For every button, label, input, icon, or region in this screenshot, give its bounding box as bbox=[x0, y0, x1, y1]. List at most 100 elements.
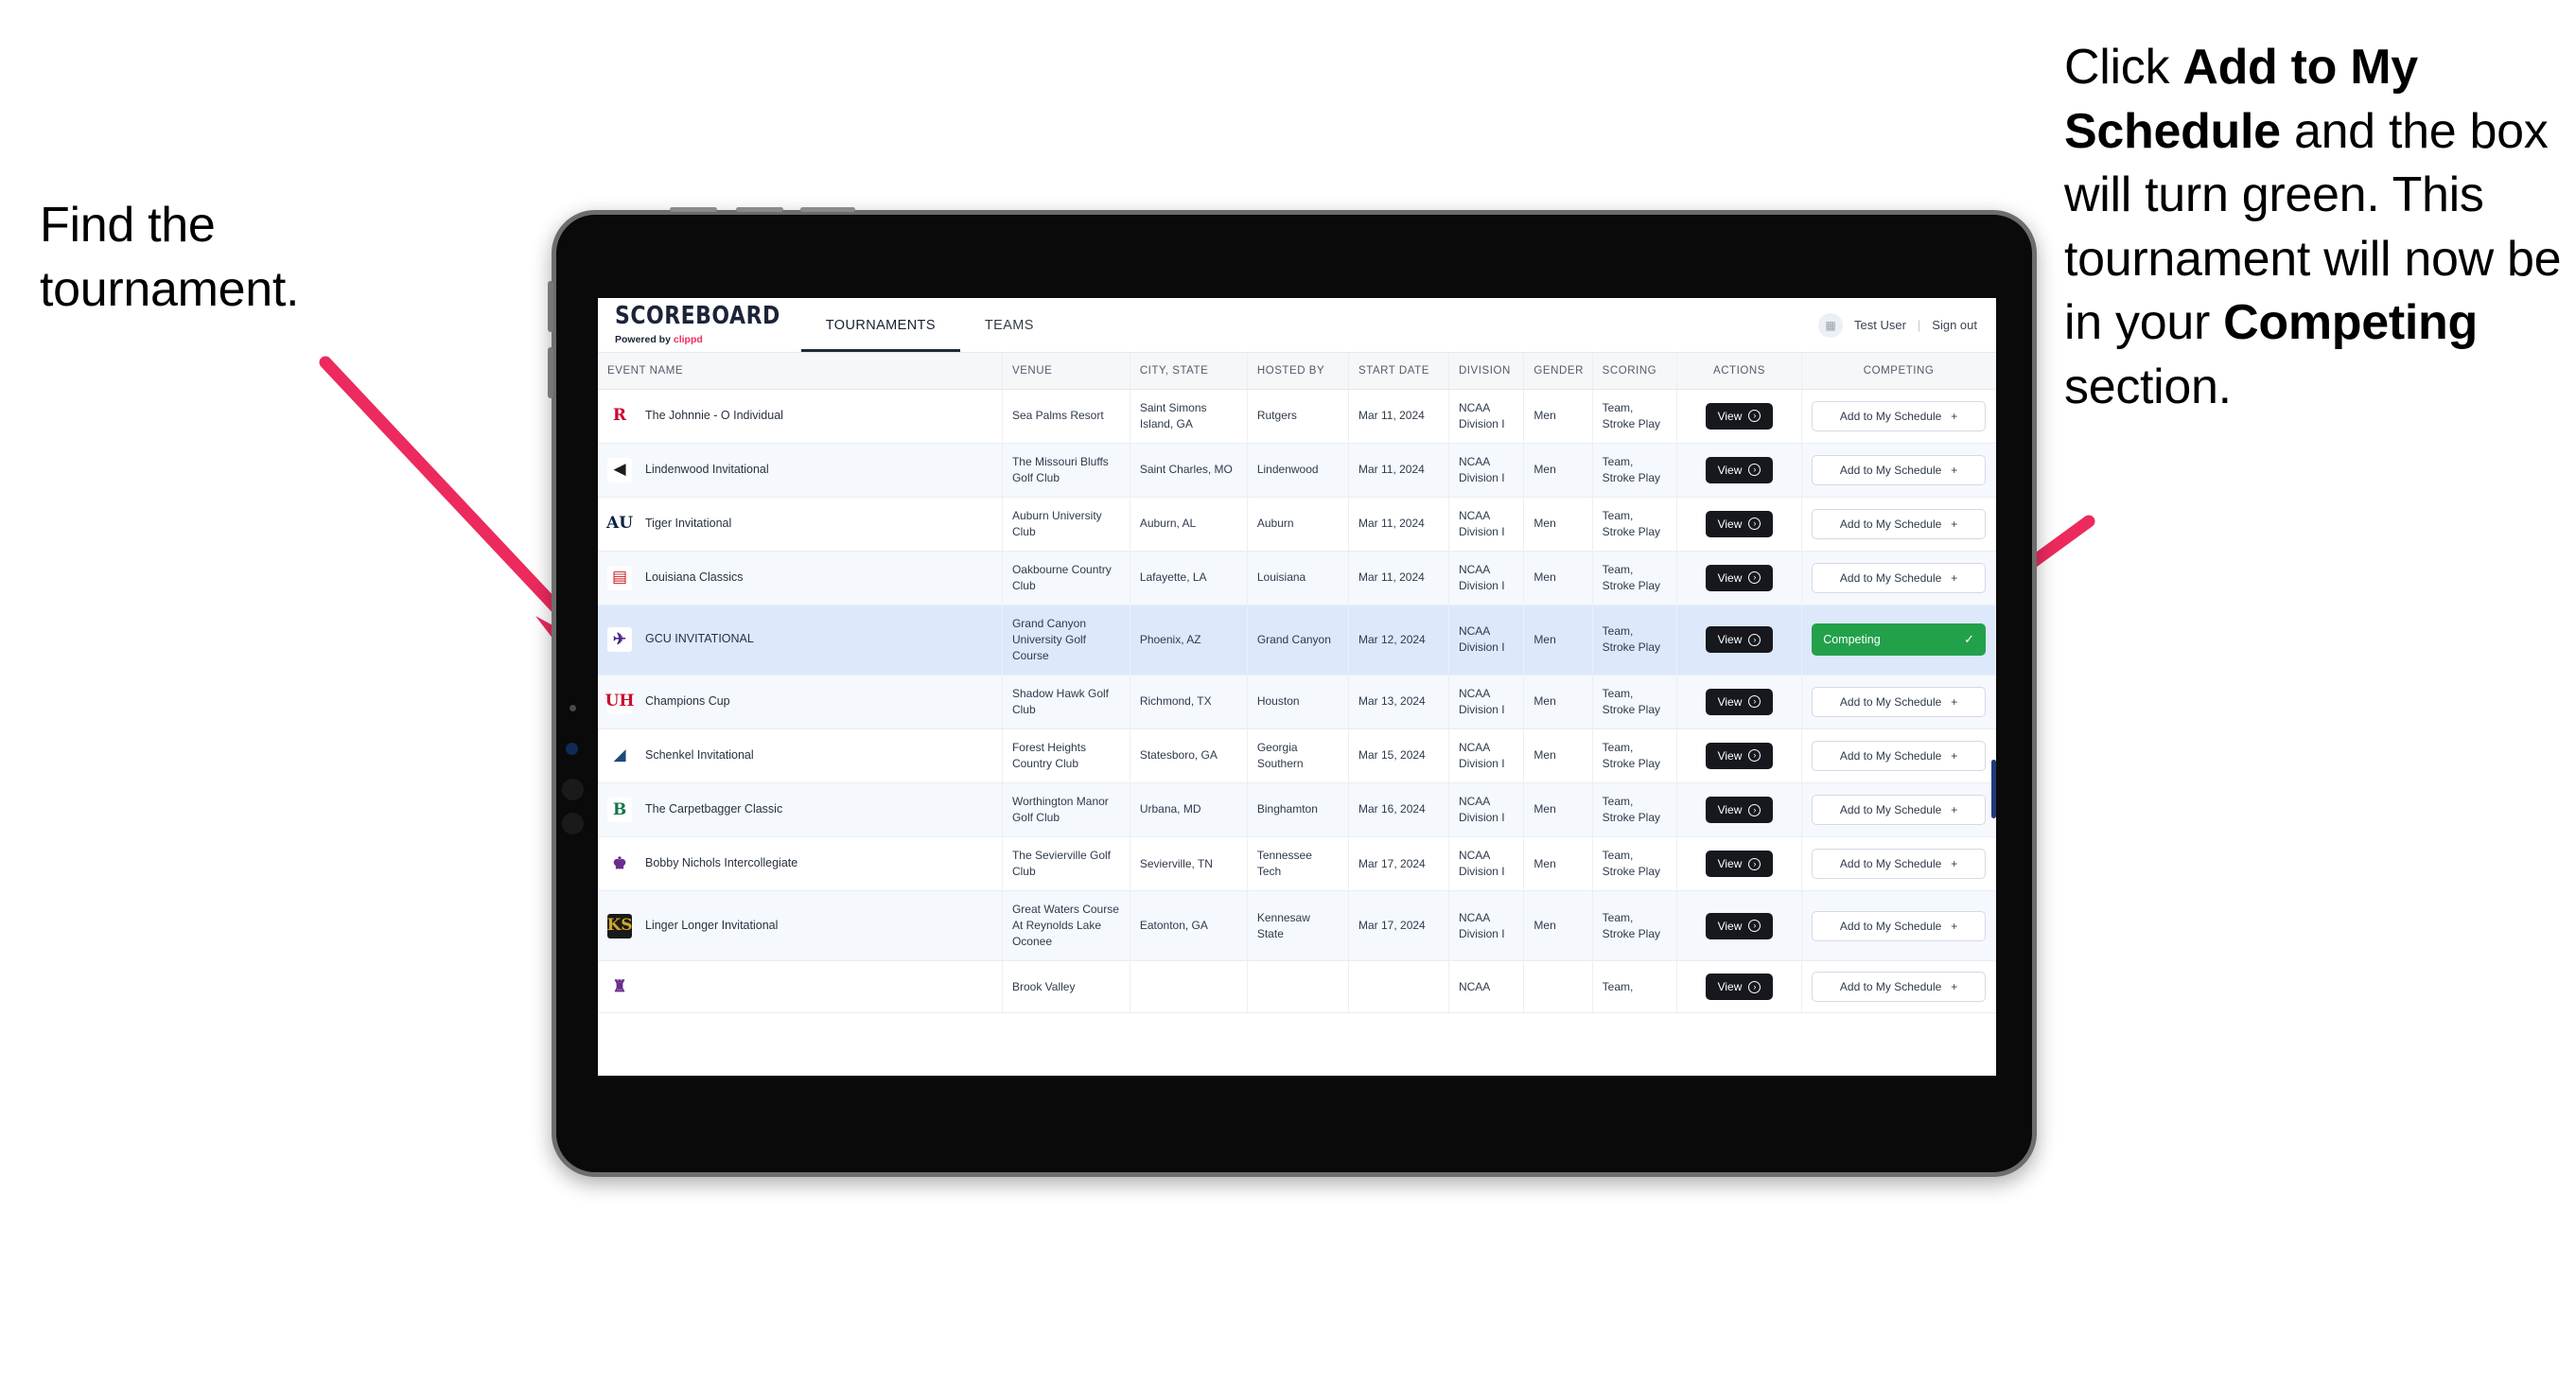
view-button-label: View bbox=[1717, 633, 1743, 647]
cell-scoring: Team, Stroke Play bbox=[1592, 728, 1677, 783]
device-volume-down-button[interactable] bbox=[548, 347, 553, 398]
table-row[interactable]: ♜ Brook Valley NCAA Team, View › Add to … bbox=[598, 960, 1996, 1014]
nav-tab-teams[interactable]: TEAMS bbox=[960, 298, 1059, 352]
cell-event-name: UH Champions Cup bbox=[598, 675, 1003, 729]
col-scoring[interactable]: SCORING bbox=[1592, 353, 1677, 390]
view-button[interactable]: View › bbox=[1705, 626, 1774, 654]
plus-icon: + bbox=[1951, 409, 1958, 423]
cell-competing: Add to My Schedule + bbox=[1801, 443, 1996, 498]
device-top-button-2[interactable] bbox=[736, 207, 783, 212]
table-row[interactable]: ▤ Louisiana Classics Oakbourne Country C… bbox=[598, 551, 1996, 605]
cell-actions: View › bbox=[1676, 389, 1803, 444]
add-to-my-schedule-button[interactable]: Add to My Schedule + bbox=[1812, 562, 1986, 593]
col-actions[interactable]: ACTIONS bbox=[1676, 353, 1803, 390]
cell-hosted-by: Kennesaw State bbox=[1247, 890, 1350, 962]
add-to-my-schedule-button[interactable]: Add to My Schedule + bbox=[1812, 795, 1986, 825]
add-to-my-schedule-button[interactable]: Add to My Schedule + bbox=[1812, 454, 1986, 485]
cell-division: NCAA Division I bbox=[1448, 551, 1525, 605]
view-button[interactable]: View › bbox=[1705, 688, 1774, 715]
team-logo-icon: ◢ bbox=[607, 743, 632, 768]
cell-division: NCAA Division I bbox=[1448, 782, 1525, 838]
view-button-label: View bbox=[1717, 857, 1743, 871]
add-to-my-schedule-label: Add to My Schedule bbox=[1839, 694, 1942, 709]
table-row[interactable]: B The Carpetbagger Classic Worthington M… bbox=[598, 782, 1996, 838]
nav-tab-tournaments-label: TOURNAMENTS bbox=[825, 317, 936, 333]
view-button[interactable]: View › bbox=[1705, 974, 1774, 1001]
add-to-my-schedule-button[interactable]: Add to My Schedule + bbox=[1812, 400, 1986, 431]
plus-icon: + bbox=[1951, 694, 1958, 709]
cell-city-state: Lafayette, LA bbox=[1130, 551, 1248, 605]
table-row[interactable]: R The Johnnie - O Individual Sea Palms R… bbox=[598, 389, 1996, 444]
plus-icon: + bbox=[1951, 803, 1958, 816]
arrow-right-circle-icon: › bbox=[1748, 571, 1761, 585]
view-button-label: View bbox=[1717, 980, 1743, 994]
table-row[interactable]: ✈ GCU INVITATIONAL Grand Canyon Universi… bbox=[598, 605, 1996, 675]
cell-city-state: Eatonton, GA bbox=[1130, 890, 1248, 962]
user-avatar-icon[interactable]: ▦ bbox=[1818, 312, 1843, 338]
view-button-label: View bbox=[1717, 748, 1743, 763]
cell-venue: The Missouri Bluffs Golf Club bbox=[1002, 443, 1130, 498]
view-button[interactable]: View › bbox=[1705, 402, 1774, 430]
arrow-right-circle-icon: › bbox=[1748, 464, 1761, 477]
event-name-text: The Carpetbagger Classic bbox=[645, 802, 783, 816]
cell-gender bbox=[1523, 960, 1593, 1014]
cell-gender: Men bbox=[1523, 890, 1593, 962]
device-volume-up-button[interactable] bbox=[548, 281, 553, 332]
nav-tab-tournaments[interactable]: TOURNAMENTS bbox=[800, 298, 961, 352]
brand-logo[interactable]: SCOREBOARD Powered by clippd bbox=[598, 298, 801, 352]
nav-tab-teams-label: TEAMS bbox=[984, 317, 1034, 333]
table-row[interactable]: ◀ Lindenwood Invitational The Missouri B… bbox=[598, 443, 1996, 498]
view-button[interactable]: View › bbox=[1705, 912, 1774, 939]
table-row[interactable]: ♚ Bobby Nichols Intercollegiate The Sevi… bbox=[598, 836, 1996, 892]
cell-start-date: Mar 11, 2024 bbox=[1348, 443, 1449, 498]
add-to-my-schedule-label: Add to My Schedule bbox=[1839, 857, 1942, 871]
col-venue[interactable]: VENUE bbox=[1002, 353, 1130, 390]
add-to-my-schedule-button[interactable]: Add to My Schedule + bbox=[1812, 972, 1986, 1003]
cell-scoring: Team, Stroke Play bbox=[1592, 605, 1677, 675]
view-button[interactable]: View › bbox=[1705, 797, 1774, 823]
vertical-scrollbar-thumb[interactable] bbox=[1991, 760, 1996, 818]
col-competing[interactable]: COMPETING bbox=[1801, 353, 1996, 390]
add-to-my-schedule-button[interactable]: Add to My Schedule + bbox=[1812, 910, 1986, 941]
col-start-date[interactable]: START DATE bbox=[1348, 353, 1449, 390]
plus-icon: + bbox=[1951, 980, 1958, 994]
device-top-button-1[interactable] bbox=[670, 207, 717, 212]
view-button[interactable]: View › bbox=[1705, 564, 1774, 591]
add-to-my-schedule-button[interactable]: Add to My Schedule + bbox=[1812, 740, 1986, 771]
col-hosted-by[interactable]: HOSTED BY bbox=[1247, 353, 1350, 390]
team-logo-icon: ▤ bbox=[607, 565, 632, 590]
table-row[interactable]: ◢ Schenkel Invitational Forest Heights C… bbox=[598, 728, 1996, 783]
view-button[interactable]: View › bbox=[1705, 510, 1774, 537]
view-button[interactable]: View › bbox=[1705, 456, 1774, 483]
cell-start-date: Mar 11, 2024 bbox=[1348, 497, 1449, 552]
col-division[interactable]: DIVISION bbox=[1448, 353, 1525, 390]
cell-start-date: Mar 16, 2024 bbox=[1348, 782, 1449, 838]
view-button[interactable]: View › bbox=[1705, 742, 1774, 769]
cell-venue: Worthington Manor Golf Club bbox=[1002, 782, 1130, 838]
table-row[interactable]: AU Tiger Invitational Auburn University … bbox=[598, 497, 1996, 552]
cell-city-state: Saint Charles, MO bbox=[1130, 443, 1248, 498]
col-event-name[interactable]: EVENT NAME bbox=[598, 353, 1003, 390]
add-to-my-schedule-button[interactable]: Add to My Schedule + bbox=[1812, 686, 1986, 717]
tournaments-table-container[interactable]: EVENT NAME VENUE CITY, STATE HOSTED BY S… bbox=[598, 353, 1996, 1076]
col-city-state[interactable]: CITY, STATE bbox=[1130, 353, 1248, 390]
table-row[interactable]: KS Linger Longer Invitational Great Wate… bbox=[598, 890, 1996, 962]
col-gender[interactable]: GENDER bbox=[1523, 353, 1593, 390]
add-to-my-schedule-label: Add to My Schedule bbox=[1839, 803, 1942, 816]
cell-competing: Add to My Schedule + bbox=[1801, 782, 1996, 838]
cell-hosted-by: Grand Canyon bbox=[1247, 605, 1350, 675]
device-sensor-dot bbox=[570, 705, 576, 711]
arrow-right-circle-icon: › bbox=[1748, 410, 1761, 423]
cell-event-name: B The Carpetbagger Classic bbox=[598, 782, 1003, 838]
add-to-my-schedule-button[interactable]: Add to My Schedule + bbox=[1812, 849, 1986, 880]
competing-button[interactable]: Competing ✓ bbox=[1812, 623, 1986, 657]
add-to-my-schedule-button[interactable]: Add to My Schedule + bbox=[1812, 508, 1986, 539]
annotation-right-bold-competing: Competing bbox=[2223, 295, 2478, 351]
tablet-device-frame: SCOREBOARD Powered by clippd TOURNAMENTS… bbox=[548, 207, 2037, 1177]
sign-out-link[interactable]: Sign out bbox=[1932, 318, 1977, 332]
view-button[interactable]: View › bbox=[1705, 851, 1774, 878]
table-row[interactable]: UH Champions Cup Shadow Hawk Golf Club R… bbox=[598, 675, 1996, 729]
cell-hosted-by: Tennessee Tech bbox=[1247, 836, 1350, 892]
team-logo-icon: ◀ bbox=[607, 457, 632, 482]
device-top-button-3[interactable] bbox=[800, 207, 855, 212]
